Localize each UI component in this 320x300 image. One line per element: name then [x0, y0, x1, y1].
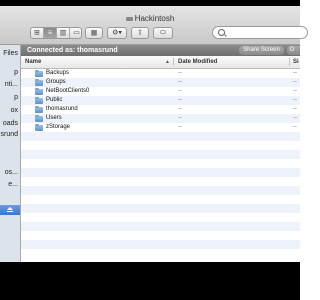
- folder-icon: [35, 115, 43, 122]
- empty-row: [21, 249, 300, 258]
- bottom-letterbox: [0, 262, 300, 300]
- arrange-grid-icon: ▦: [90, 29, 98, 37]
- search-field[interactable]: [212, 26, 308, 39]
- file-date: --: [178, 70, 182, 76]
- sidebar-item-8[interactable]: e...: [0, 179, 20, 190]
- folder-icon: [35, 97, 43, 104]
- file-size: --: [293, 124, 297, 130]
- file-row[interactable]: Groups -- --: [21, 78, 300, 87]
- file-size: --: [293, 88, 297, 94]
- window-title: Hackintosh: [0, 14, 300, 23]
- empty-row: [21, 150, 300, 159]
- empty-row: [21, 141, 300, 150]
- sidebar-item-5[interactable]: oads: [0, 118, 20, 129]
- finder-toolbar: Hackintosh ⊞ ≡ ▥ ▭ ▦ ⚙▾ ⇪ ⬭: [0, 6, 308, 45]
- file-row[interactable]: thomasrund -- --: [21, 105, 300, 114]
- file-name: thomasrund: [46, 106, 78, 112]
- file-row[interactable]: NetBootClients0 -- --: [21, 87, 300, 96]
- file-size: --: [293, 106, 297, 112]
- list-icon: ≡: [47, 29, 53, 37]
- file-size: --: [293, 97, 297, 103]
- grid-icon: ⊞: [34, 29, 40, 37]
- share-icon: ⇪: [137, 29, 143, 37]
- folder-icon: [35, 70, 43, 77]
- column-divider[interactable]: [173, 58, 174, 66]
- empty-row: [21, 231, 300, 240]
- file-name: Users: [46, 115, 62, 121]
- file-date: --: [178, 97, 182, 103]
- sidebar: Files p nti... p ox oads srund os... e..…: [0, 45, 21, 262]
- file-date: --: [178, 88, 182, 94]
- column-size[interactable]: Si: [293, 56, 299, 68]
- file-row[interactable]: Users -- --: [21, 114, 300, 123]
- empty-row: [21, 159, 300, 168]
- empty-row: [21, 177, 300, 186]
- file-size: --: [293, 79, 297, 85]
- sidebar-item-3[interactable]: p: [0, 92, 20, 103]
- empty-row: [21, 204, 300, 213]
- file-browser: Connected as: thomasrund Share Screen D …: [21, 45, 300, 262]
- arrange-button[interactable]: ▦: [85, 27, 103, 39]
- file-date: --: [178, 124, 182, 130]
- sidebar-selected-server[interactable]: [0, 205, 20, 215]
- sidebar-item-7[interactable]: os...: [0, 167, 20, 178]
- gear-icon: ⚙▾: [112, 29, 122, 37]
- file-date: --: [178, 115, 182, 121]
- empty-row: [21, 240, 300, 249]
- window-title-text: Hackintosh: [134, 14, 175, 23]
- sidebar-item-1[interactable]: p: [0, 67, 20, 78]
- folder-icon: [35, 88, 43, 95]
- view-switcher: ⊞ ≡ ▥ ▭: [30, 27, 82, 39]
- column-divider[interactable]: [289, 58, 290, 66]
- eject-icon[interactable]: [7, 207, 13, 212]
- column-view-button[interactable]: ▥: [57, 28, 70, 38]
- column-name[interactable]: Name: [25, 56, 41, 68]
- file-row[interactable]: zStorage -- --: [21, 123, 300, 132]
- empty-row: [21, 168, 300, 177]
- connection-bar: Connected as: thomasrund Share Screen D: [21, 45, 300, 56]
- connection-status: Connected as: thomasrund: [27, 47, 118, 54]
- sidebar-item-2[interactable]: nti...: [0, 79, 20, 90]
- sidebar-item-6[interactable]: srund: [0, 129, 20, 140]
- file-name: Public: [46, 97, 63, 103]
- file-size: --: [293, 70, 297, 76]
- tag-icon: ⬭: [160, 29, 166, 37]
- empty-row: [21, 222, 300, 231]
- file-name: NetBootClients0: [46, 88, 90, 94]
- file-name: Groups: [46, 79, 66, 85]
- column-header: Name ▲ Date Modified Si: [21, 56, 300, 69]
- action-menu-button[interactable]: ⚙▾: [107, 27, 127, 39]
- column-date-modified[interactable]: Date Modified: [178, 56, 217, 68]
- sidebar-item-files[interactable]: Files: [0, 48, 20, 59]
- folder-icon: [35, 79, 43, 86]
- disconnect-button[interactable]: D: [287, 46, 300, 55]
- file-row[interactable]: Backups -- --: [21, 69, 300, 78]
- share-screen-button[interactable]: Share Screen: [239, 46, 284, 55]
- coverflow-view-button[interactable]: ▭: [70, 28, 83, 38]
- server-icon: [125, 16, 133, 21]
- tags-button[interactable]: ⬭: [153, 27, 173, 39]
- empty-row: [21, 132, 300, 141]
- list-view-button[interactable]: ≡: [44, 28, 57, 38]
- columns-icon: ▥: [59, 29, 67, 37]
- file-date: --: [178, 106, 182, 112]
- share-button[interactable]: ⇪: [131, 27, 149, 39]
- sort-ascending-icon: ▲: [165, 59, 170, 65]
- file-size: --: [293, 115, 297, 121]
- search-icon: [218, 29, 225, 36]
- file-date: --: [178, 79, 182, 85]
- sidebar-item-4[interactable]: ox: [0, 105, 20, 116]
- empty-row: [21, 213, 300, 222]
- folder-icon: [35, 124, 43, 131]
- folder-icon: [35, 106, 43, 113]
- coverflow-icon: ▭: [73, 29, 80, 37]
- file-row[interactable]: Public -- --: [21, 96, 300, 105]
- empty-row: [21, 195, 300, 204]
- file-list: Backups -- -- Groups -- -- NetBootClients0 -- --…: [21, 69, 300, 262]
- file-name: Backups: [46, 70, 70, 76]
- icon-view-button[interactable]: ⊞: [31, 28, 44, 38]
- empty-row: [21, 186, 300, 195]
- file-name: zStorage: [46, 124, 71, 130]
